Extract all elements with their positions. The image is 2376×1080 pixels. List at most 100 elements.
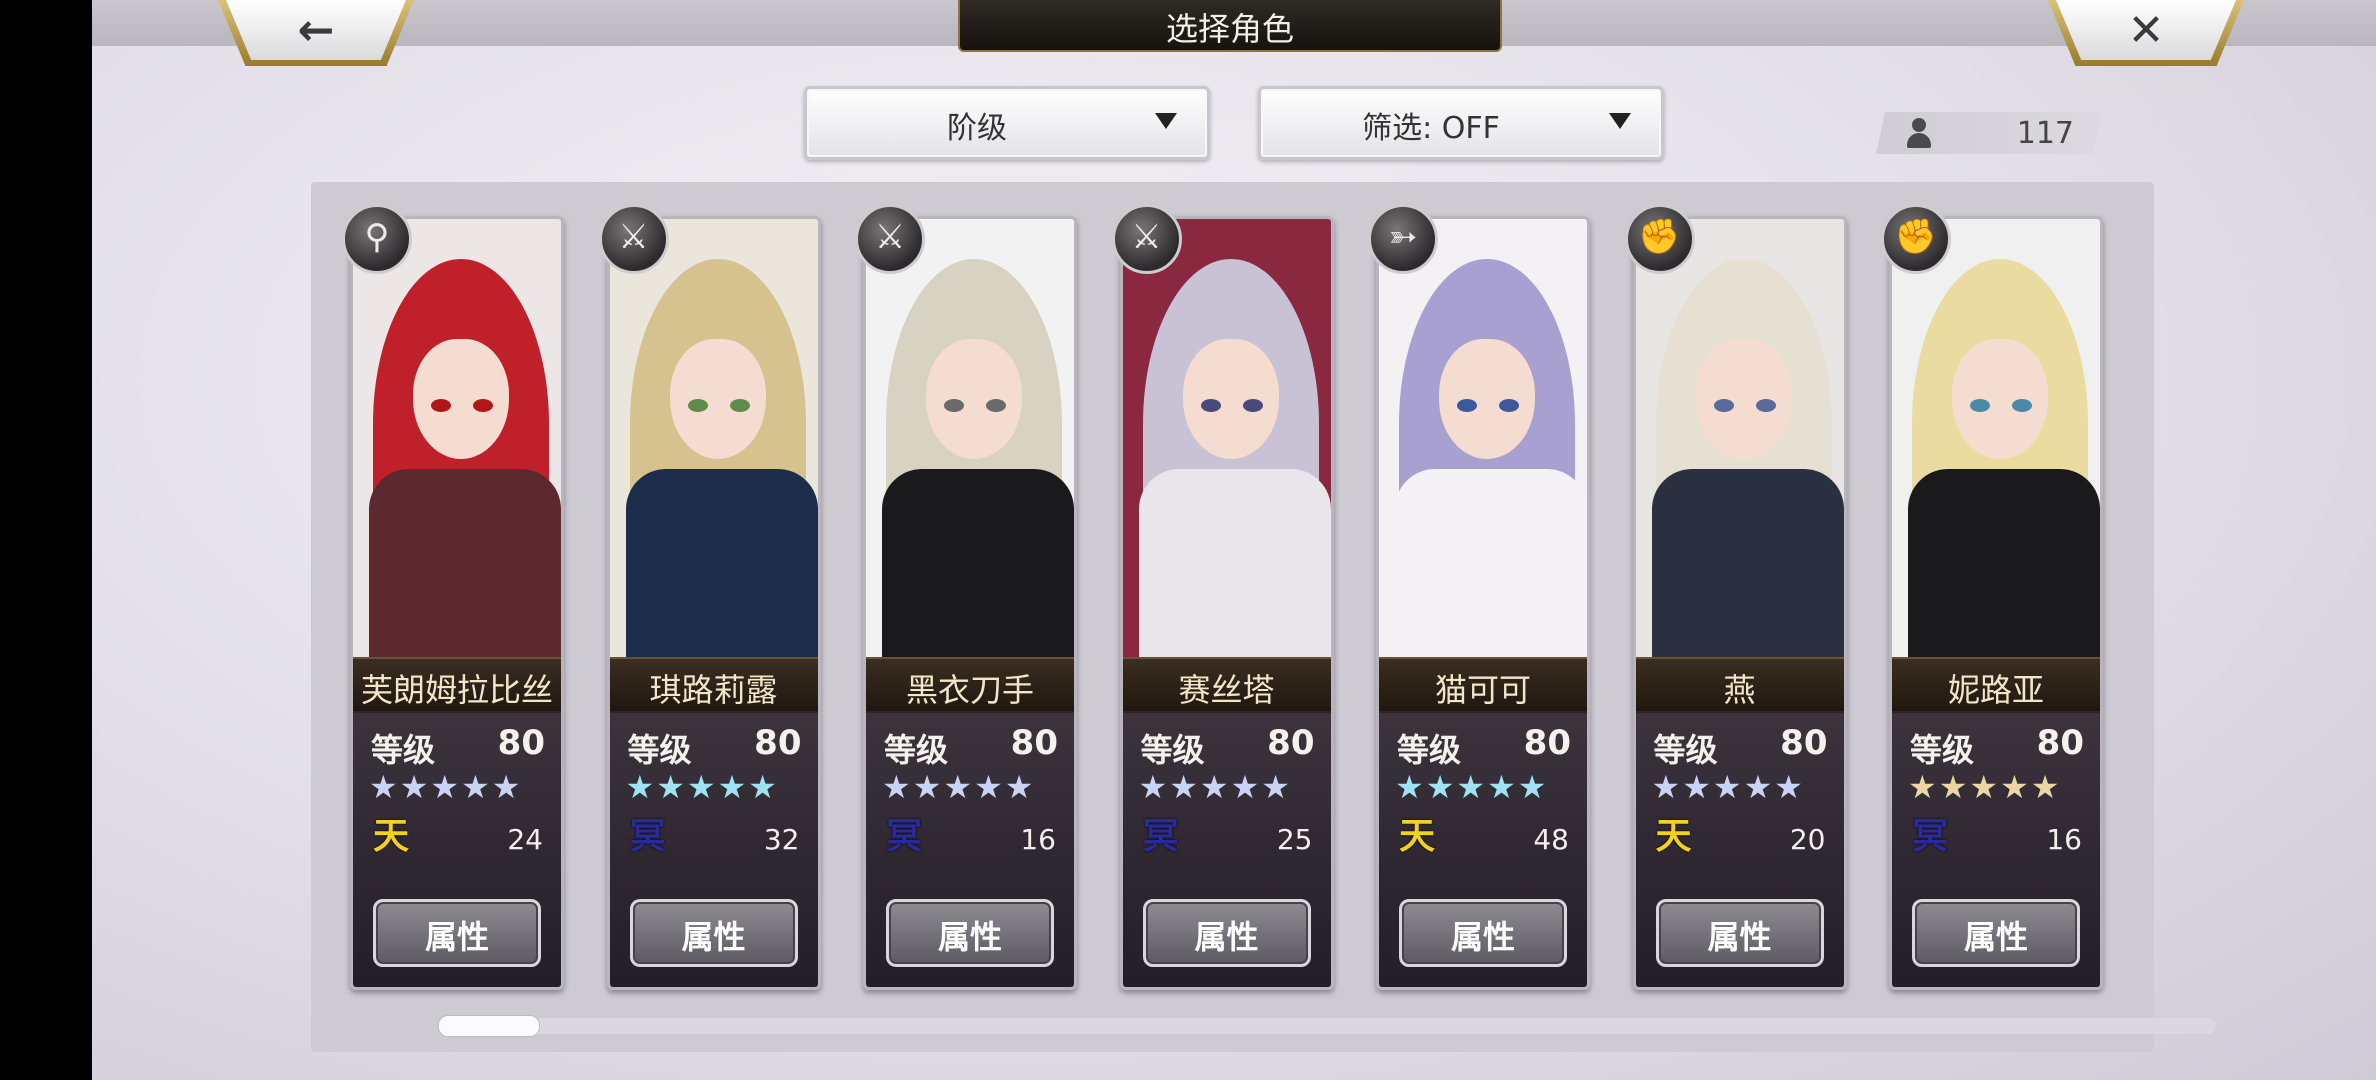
character-name: 赛丝塔 (1178, 671, 1275, 709)
portrait-eye (729, 399, 750, 412)
star-rating: ★★★★★ (1908, 768, 2062, 806)
character-info: 等级 80 ★★★★★ 天 20 属性 (1635, 711, 1844, 987)
character-card[interactable]: ➳ 猫可可 等级 80 ★★★★★ 天 48 属性 (1368, 204, 1594, 990)
sword-icon: ⚔ (598, 204, 669, 274)
portrait-eye (1200, 399, 1221, 412)
chevron-down-icon (1609, 113, 1631, 129)
page-title: 选择角色 (1165, 10, 1294, 48)
attribute-button-label: 属性 (1450, 918, 1515, 956)
character-count: 16 (1020, 823, 1056, 856)
character-info: 等级 80 ★★★★★ 冥 32 属性 (609, 711, 818, 987)
portrait-eye (1457, 399, 1477, 412)
back-button[interactable]: ← (218, 0, 414, 66)
close-button[interactable]: ✕ (2048, 0, 2244, 66)
name-bar: 妮路亚 (1892, 657, 2100, 713)
horizontal-scrollbar[interactable] (438, 1018, 2216, 1034)
attribute-button[interactable]: 属性 (1912, 899, 2080, 967)
star-rating: ★★★★★ (882, 768, 1036, 806)
attribute-button-label: 属性 (424, 918, 489, 956)
attribute-button[interactable]: 属性 (1399, 899, 1567, 967)
level-value: 80 (1010, 723, 1058, 763)
level-value: 80 (1523, 723, 1571, 763)
close-icon: ✕ (2127, 5, 2165, 56)
star-rating: ★★★★★ (1138, 768, 1292, 806)
portrait-eye (1755, 399, 1776, 412)
portrait-eye (944, 399, 964, 412)
character-name: 琪路莉露 (649, 671, 778, 709)
attribute-button[interactable]: 属性 (1655, 899, 1824, 967)
character-card[interactable]: ⚲ 芙朗姆拉比丝 等级 80 ★★★★★ 天 24 属性 (342, 204, 568, 990)
character-card[interactable]: ⚔ 琪路莉露 等级 80 ★★★★★ 冥 32 属性 (598, 204, 825, 990)
roster-counter: 117 (1876, 112, 2102, 154)
character-name: 燕 (1723, 671, 1756, 709)
character-card[interactable]: ⚔ 赛丝塔 等级 80 ★★★★★ 冥 25 属性 (1111, 204, 1338, 990)
level-label: 等级 (1910, 731, 1975, 769)
level-label: 等级 (884, 731, 949, 769)
rank-badge: 冥 (629, 816, 666, 857)
attribute-button[interactable]: 属性 (1142, 899, 1311, 967)
character-portrait (1122, 219, 1331, 669)
portrait-face (1952, 339, 2048, 459)
portrait-face (926, 339, 1022, 459)
character-name: 黑衣刀手 (905, 671, 1034, 709)
character-card[interactable]: ✊ 燕 等级 80 ★★★★★ 天 20 属性 (1624, 204, 1851, 990)
sort-dropdown[interactable]: 阶级 (804, 86, 1210, 160)
character-info: 等级 80 ★★★★★ 天 24 属性 (353, 711, 561, 987)
level-label: 等级 (1397, 731, 1462, 769)
portrait-eye (986, 399, 1006, 412)
portrait-eye (1970, 399, 1990, 412)
card-frame: 黑衣刀手 等级 80 ★★★★★ 冥 16 属性 (863, 216, 1077, 990)
roster-count: 117 (2016, 116, 2074, 151)
level-value: 80 (1780, 723, 1828, 763)
portrait-body (369, 469, 561, 669)
scrollbar-thumb[interactable] (438, 1015, 540, 1037)
character-info: 等级 80 ★★★★★ 冥 25 属性 (1122, 711, 1331, 987)
portrait-eye (1713, 399, 1734, 412)
star-rating: ★★★★★ (369, 768, 523, 806)
name-bar: 猫可可 (1379, 657, 1587, 713)
character-card[interactable]: ⚔ 黑衣刀手 等级 80 ★★★★★ 冥 16 属性 (855, 204, 1081, 990)
portrait-eye (473, 399, 493, 412)
back-arrow-icon: ← (297, 5, 335, 56)
portrait-eye (1242, 399, 1263, 412)
character-portrait (1635, 219, 1844, 669)
filter-dropdown[interactable]: 筛选: OFF (1258, 86, 1664, 160)
portrait-eye (431, 399, 451, 412)
card-frame: 猫可可 等级 80 ★★★★★ 天 48 属性 (1376, 216, 1590, 990)
rank-badge: 天 (372, 816, 409, 857)
portrait-body (1138, 469, 1331, 669)
attribute-button[interactable]: 属性 (886, 899, 1054, 967)
portrait-body (1395, 469, 1587, 669)
level-label: 等级 (1140, 731, 1205, 769)
portrait-face (413, 339, 509, 459)
level-value: 80 (2036, 723, 2084, 763)
person-icon (1906, 118, 1932, 148)
attribute-button[interactable]: 属性 (373, 899, 541, 967)
name-bar: 琪路莉露 (609, 657, 818, 713)
attribute-button-label: 属性 (1707, 918, 1772, 956)
character-card[interactable]: ✊ 妮路亚 等级 80 ★★★★★ 冥 16 属性 (1881, 204, 2107, 990)
portrait-body (1908, 469, 2100, 669)
character-count: 25 (1276, 823, 1313, 856)
attribute-button-label: 属性 (937, 918, 1002, 956)
card-frame: 妮路亚 等级 80 ★★★★★ 冥 16 属性 (1889, 216, 2103, 990)
character-portrait (866, 219, 1074, 669)
star-rating: ★★★★★ (1395, 768, 1549, 806)
portrait-face (1695, 339, 1792, 459)
portrait-body (882, 469, 1074, 669)
rank-badge: 天 (1398, 816, 1435, 857)
level-label: 等级 (627, 731, 692, 769)
portrait-eye (1499, 399, 1519, 412)
level-label: 等级 (371, 731, 436, 769)
character-count: 16 (2046, 823, 2082, 856)
name-bar: 燕 (1635, 657, 1844, 713)
attribute-button-label: 属性 (1963, 918, 2028, 956)
character-info: 等级 80 ★★★★★ 冥 16 属性 (1892, 711, 2100, 987)
character-portrait (1892, 219, 2100, 669)
level-value: 80 (754, 723, 802, 763)
level-value: 80 (497, 723, 545, 763)
card-frame: 燕 等级 80 ★★★★★ 天 20 属性 (1632, 216, 1847, 990)
attribute-button[interactable]: 属性 (629, 899, 798, 967)
fist-icon: ✊ (1881, 204, 1951, 274)
sort-dropdown-label: 阶级 (947, 111, 1007, 146)
